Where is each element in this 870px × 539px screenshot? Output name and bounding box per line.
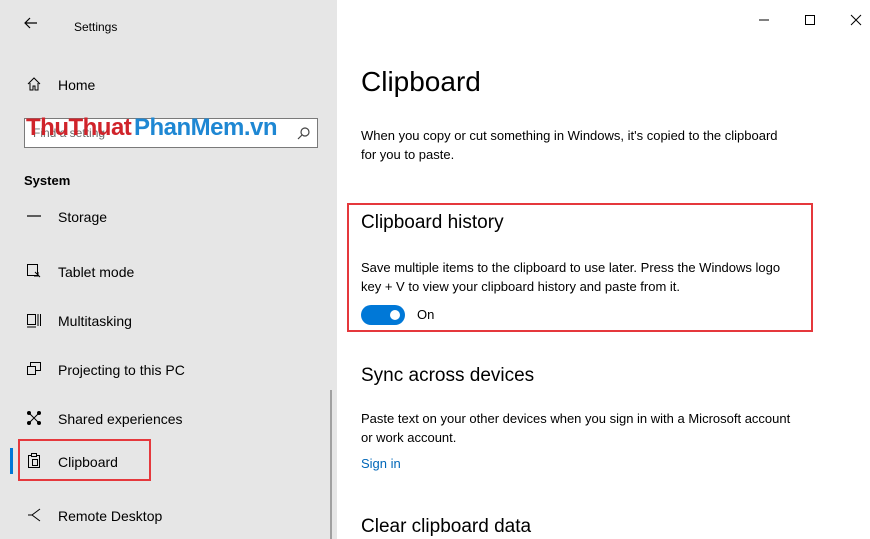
sidebar-item-home[interactable]: Home	[0, 64, 337, 108]
search-icon[interactable]	[297, 126, 311, 140]
window-title: Settings	[74, 20, 118, 34]
home-icon	[26, 76, 42, 92]
storage-icon	[26, 206, 42, 222]
sidebar-scrollbar[interactable]	[330, 390, 332, 539]
sidebar-item-label: Projecting to this PC	[58, 362, 185, 378]
sign-in-link[interactable]: Sign in	[361, 456, 401, 471]
clipboard-history-title: Clipboard history	[361, 212, 504, 233]
watermark-part1: ThuThuat	[26, 114, 132, 141]
sidebar-item-projecting[interactable]: Projecting to this PC	[0, 349, 337, 393]
sidebar-item-label: Multitasking	[58, 313, 132, 329]
page-title: Clipboard	[361, 66, 481, 97]
watermark-part2: PhanMem.vn	[134, 114, 278, 141]
back-arrow-icon[interactable]	[24, 16, 38, 35]
clipboard-history-toggle[interactable]	[361, 305, 405, 325]
clipboard-history-description: Save multiple items to the clipboard to …	[361, 260, 781, 294]
highlight-box-clipboard	[18, 439, 151, 481]
maximize-icon[interactable]	[800, 12, 820, 32]
sidebar-item-label: Storage	[58, 209, 108, 225]
sync-title: Sync across devices	[361, 365, 535, 386]
minimize-icon[interactable]	[754, 12, 774, 32]
projecting-icon	[26, 361, 42, 377]
sidebar-item-shared-experiences[interactable]: Shared experiences	[0, 398, 337, 442]
sidebar: Settings Home Find a setting ThuThuat Ph…	[0, 0, 337, 539]
main-content: Clipboard When you copy or cut something…	[337, 0, 870, 539]
sidebar-item-multitasking[interactable]: Multitasking	[0, 300, 337, 344]
sidebar-item-label: Tablet mode	[58, 264, 135, 280]
toggle-knob	[390, 310, 400, 320]
tablet-mode-icon	[26, 263, 42, 279]
close-icon[interactable]	[846, 12, 866, 32]
sidebar-item-remote-desktop[interactable]: Remote Desktop	[0, 495, 337, 539]
sync-description: Paste text on your other devices when yo…	[361, 411, 791, 445]
remote-desktop-icon	[26, 507, 42, 523]
section-title: System	[24, 173, 71, 188]
toggle-state-label: On	[417, 307, 435, 322]
shared-experiences-icon	[26, 410, 42, 426]
clear-data-title: Clear clipboard data	[361, 516, 532, 537]
sidebar-item-label: Home	[58, 77, 96, 93]
sidebar-item-label: Remote Desktop	[58, 508, 163, 524]
multitasking-icon	[26, 312, 42, 328]
sidebar-item-tablet-mode[interactable]: Tablet mode	[0, 251, 337, 295]
sidebar-item-label: Shared experiences	[58, 411, 183, 427]
intro-text: When you copy or cut something in Window…	[361, 128, 778, 162]
sidebar-item-storage[interactable]: Storage	[0, 196, 337, 226]
